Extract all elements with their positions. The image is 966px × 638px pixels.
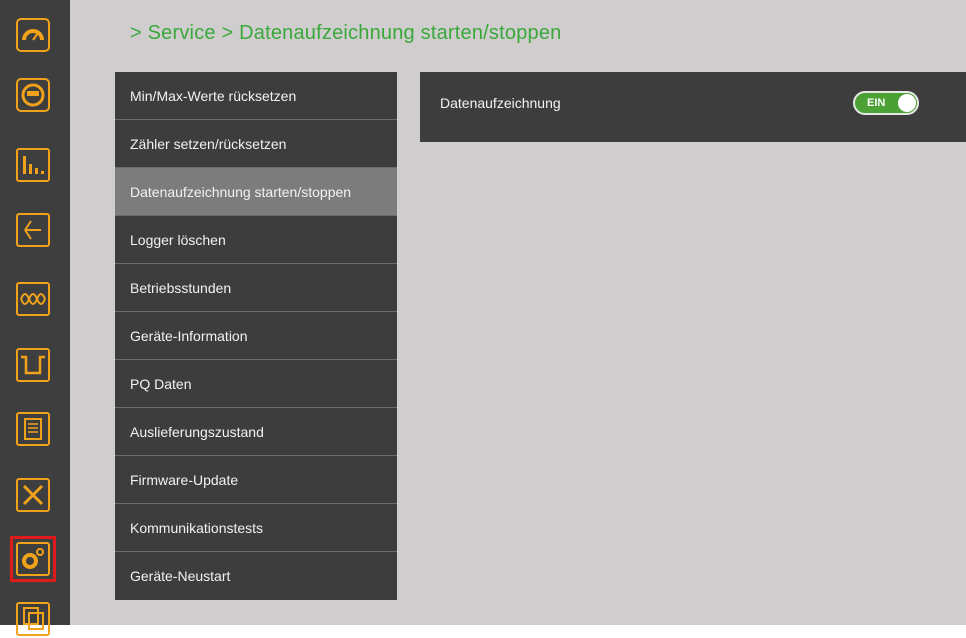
toggle-state-text: EIN [867, 97, 886, 109]
icon-rail [0, 0, 70, 636]
menu-item-factory-state[interactable]: Auslieferungszustand [115, 408, 397, 456]
menu-item-logger-delete[interactable]: Logger löschen [115, 216, 397, 264]
menu-item-device-restart[interactable]: Geräte-Neustart [115, 552, 397, 600]
menu-item-pq-data[interactable]: PQ Daten [115, 360, 397, 408]
menu-item-device-info[interactable]: Geräte-Information [115, 312, 397, 360]
waveform-icon[interactable] [14, 280, 52, 318]
copy-icon[interactable] [14, 600, 52, 638]
service-menu: Min/Max-Werte rücksetzen Zähler setzen/r… [115, 72, 397, 600]
content-area: > Service > Datenaufzeichnung starten/st… [70, 0, 966, 625]
phasor-icon[interactable] [14, 211, 52, 249]
breadcrumb: > Service > Datenaufzeichnung starten/st… [130, 22, 562, 44]
settings-panel: Datenaufzeichnung EIN [420, 72, 966, 142]
menu-item-communication-tests[interactable]: Kommunikationstests [115, 504, 397, 552]
toggle-knob [898, 94, 916, 112]
meter-icon[interactable] [14, 76, 52, 114]
settings-gears-icon[interactable] [10, 536, 56, 582]
menu-item-operating-hours[interactable]: Betriebsstunden [115, 264, 397, 312]
data-recording-label: Datenaufzeichnung [440, 95, 561, 111]
data-recording-toggle[interactable]: EIN [853, 91, 919, 115]
gauge-icon[interactable] [14, 16, 52, 54]
bar-chart-icon[interactable] [14, 146, 52, 184]
menu-item-firmware-update[interactable]: Firmware-Update [115, 456, 397, 504]
tools-icon[interactable] [14, 476, 52, 514]
list-icon[interactable] [14, 410, 52, 448]
menu-item-minmax-reset[interactable]: Min/Max-Werte rücksetzen [115, 72, 397, 120]
menu-item-counter-reset[interactable]: Zähler setzen/rücksetzen [115, 120, 397, 168]
pulse-icon[interactable] [14, 346, 52, 384]
menu-item-data-recording[interactable]: Datenaufzeichnung starten/stoppen [115, 168, 397, 216]
